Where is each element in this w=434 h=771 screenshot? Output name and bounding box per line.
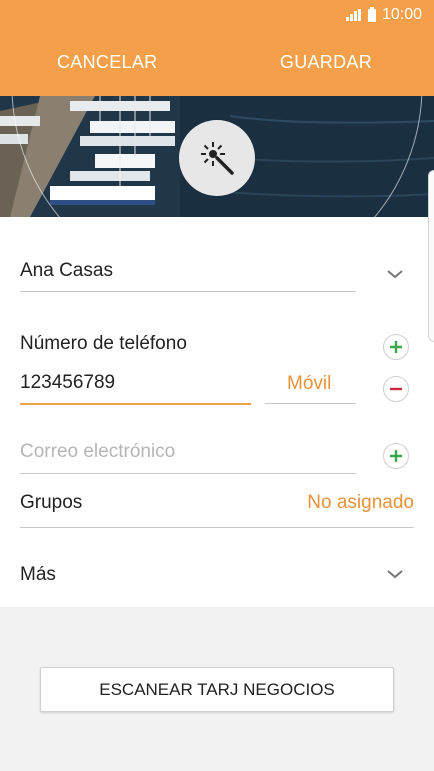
add-phone-button[interactable] (383, 334, 409, 360)
phone-section-label: Número de teléfono (20, 333, 187, 354)
status-bar: 10:00 (345, 6, 422, 24)
add-icon (390, 341, 402, 353)
groups-value[interactable]: No asignado (307, 492, 414, 514)
phone-type-underline (265, 403, 356, 404)
battery-icon (367, 6, 376, 22)
remove-phone-button[interactable] (383, 376, 409, 402)
phone-underline (20, 403, 251, 405)
chevron-down-icon[interactable] (386, 268, 404, 280)
save-button[interactable]: GUARDAR (280, 52, 372, 73)
phone-type-dropdown[interactable]: Móvil (287, 373, 331, 395)
groups-label: Grupos (20, 492, 83, 513)
status-time: 10:00 (381, 6, 422, 23)
email-input[interactable]: Correo electrónico (20, 441, 175, 463)
magic-wand-button[interactable] (179, 120, 255, 196)
cancel-button[interactable]: CANCELAR (57, 52, 157, 73)
more-label[interactable]: Más (20, 564, 56, 586)
groups-underline (20, 527, 414, 528)
name-underline (20, 291, 356, 292)
edge-panel-handle[interactable] (428, 170, 434, 342)
add-icon (390, 450, 402, 462)
phone-input[interactable]: 123456789 (20, 372, 115, 394)
magic-wand-icon (201, 142, 234, 175)
email-underline (20, 473, 356, 474)
add-email-button[interactable] (383, 443, 409, 469)
remove-icon (390, 387, 402, 391)
chevron-down-icon[interactable] (386, 568, 404, 580)
name-field[interactable]: Ana Casas (20, 260, 113, 282)
signal-icon (345, 9, 362, 21)
app-header: 10:00 CANCELAR GUARDAR (0, 0, 434, 96)
scan-business-card-button[interactable]: ESCANEAR TARJ NEGOCIOS (40, 667, 394, 712)
